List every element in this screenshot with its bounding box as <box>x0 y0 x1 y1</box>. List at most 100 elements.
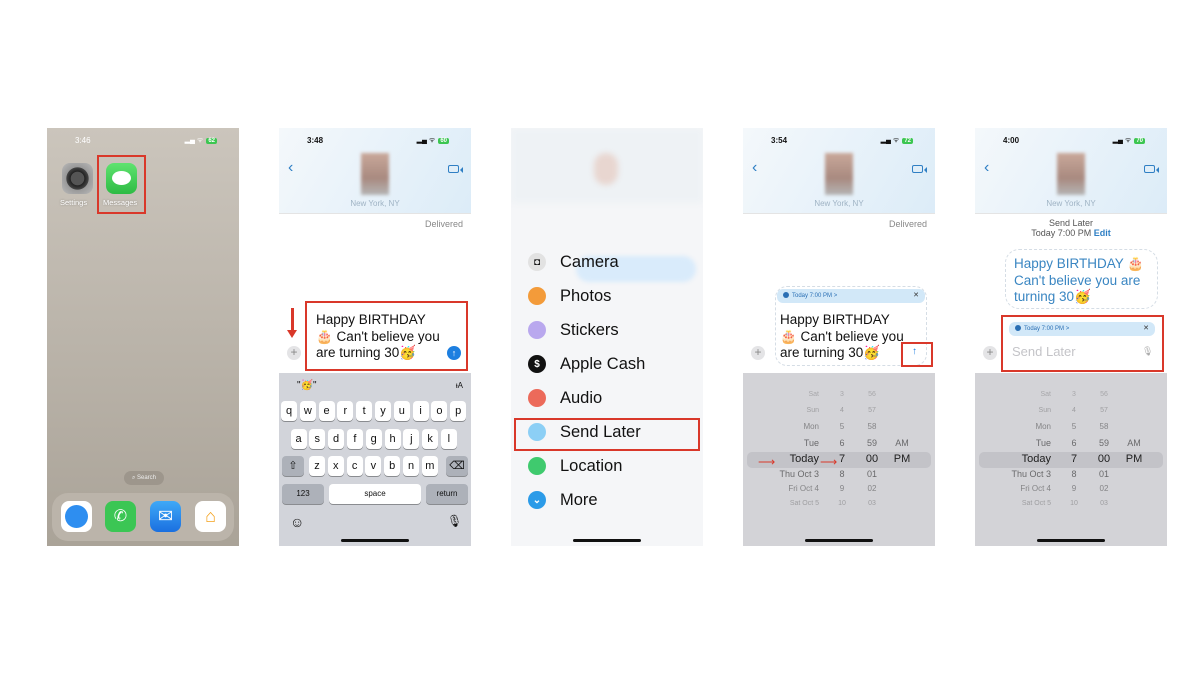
picker-minute[interactable]: 59 <box>1091 438 1117 448</box>
message-input[interactable]: Happy BIRTHDAY 🎂 Can't believe you are t… <box>780 312 910 362</box>
picker-day[interactable]: Sat <box>749 391 819 398</box>
menu-item-more[interactable]: ⌄ More <box>528 488 598 512</box>
key-a[interactable]: a <box>290 429 307 449</box>
picker-minute[interactable]: 56 <box>859 391 885 398</box>
picker-day[interactable]: Sun <box>981 407 1051 414</box>
back-chevron-icon[interactable]: ‹ <box>288 159 293 177</box>
key-k[interactable]: k <box>422 429 439 449</box>
picker-day[interactable]: Sat <box>981 391 1051 398</box>
picker-minute[interactable]: 01 <box>1091 469 1117 479</box>
picker-hour[interactable]: 8 <box>831 469 853 479</box>
picker-minute[interactable]: 57 <box>1091 407 1117 414</box>
settings-app-icon[interactable] <box>62 163 93 194</box>
send-button[interactable]: ↑ <box>447 346 461 360</box>
video-call-icon[interactable] <box>1144 165 1159 173</box>
picker-minute[interactable]: 59 <box>859 438 885 448</box>
phone-icon[interactable]: ✆ <box>105 501 136 532</box>
menu-item-photos[interactable]: Photos <box>528 284 611 308</box>
picker-ampm[interactable]: AM <box>1121 438 1147 448</box>
plus-button[interactable]: + <box>751 346 765 360</box>
picker-hour[interactable]: 6 <box>1063 438 1085 448</box>
video-call-icon[interactable] <box>912 165 927 173</box>
picker-day[interactable]: Mon <box>749 422 819 431</box>
key-v[interactable]: v <box>365 456 382 476</box>
picker-ampm[interactable]: AM <box>889 438 915 448</box>
picker-hour[interactable]: 4 <box>1063 407 1085 414</box>
mail-icon[interactable]: ✉ <box>150 501 181 532</box>
key-s[interactable]: s <box>309 429 326 449</box>
picker-day[interactable]: Sat Oct 5 <box>749 500 819 507</box>
video-call-icon[interactable] <box>448 165 463 173</box>
key-l[interactable]: l <box>440 429 457 449</box>
picker-hour[interactable]: 5 <box>831 422 853 431</box>
key-i[interactable]: i <box>412 401 429 421</box>
search-pill[interactable]: ⌕ Search <box>124 471 164 485</box>
key-o[interactable]: o <box>431 401 448 421</box>
plus-button[interactable]: + <box>287 346 301 360</box>
picker-day[interactable]: Tue <box>749 438 819 448</box>
picker-minute[interactable]: 02 <box>859 484 885 493</box>
picker-hour[interactable]: 4 <box>831 407 853 414</box>
picker-minute[interactable]: 01 <box>859 469 885 479</box>
safari-icon[interactable] <box>61 501 92 532</box>
delete-key[interactable]: ⌫ <box>446 456 468 476</box>
picker-day[interactable]: Thu Oct 3 <box>749 469 819 479</box>
picker-day[interactable]: Today <box>981 453 1051 465</box>
key-n[interactable]: n <box>403 456 419 476</box>
key-p[interactable]: p <box>450 401 467 421</box>
picker-minute[interactable]: 03 <box>859 500 885 507</box>
picker-hour[interactable]: 7 <box>1063 453 1085 465</box>
home-app-icon[interactable]: ⌂ <box>195 501 226 532</box>
microphone-icon[interactable]: 🎙 <box>1142 346 1153 357</box>
return-key[interactable]: return <box>426 484 468 504</box>
edit-link[interactable]: Edit <box>1094 228 1111 238</box>
picker-day[interactable]: Fri Oct 4 <box>749 484 819 493</box>
numbers-key[interactable]: 123 <box>282 484 324 504</box>
plus-button[interactable]: + <box>983 346 997 360</box>
picker-minute[interactable]: 00 <box>1091 453 1117 465</box>
key-r[interactable]: r <box>337 401 354 421</box>
key-f[interactable]: f <box>346 429 363 449</box>
picker-ampm[interactable]: PM <box>889 453 915 465</box>
key-q[interactable]: q <box>281 401 297 421</box>
picker-day[interactable]: Sat Oct 5 <box>981 500 1051 507</box>
microphone-icon[interactable]: 🎙 <box>447 514 462 528</box>
key-x[interactable]: x <box>327 456 344 476</box>
picker-minute[interactable]: 57 <box>859 407 885 414</box>
space-key[interactable]: space <box>329 484 421 504</box>
emoji-suggestion[interactable]: "🥳" <box>297 380 317 391</box>
menu-item-audio[interactable]: Audio <box>528 386 602 410</box>
picker-ampm[interactable]: PM <box>1121 453 1147 465</box>
picker-day[interactable]: Mon <box>981 422 1051 431</box>
back-chevron-icon[interactable]: ‹ <box>752 159 757 177</box>
emoji-keyboard-icon[interactable]: ☺ <box>290 514 304 530</box>
picker-day[interactable]: Fri Oct 4 <box>981 484 1051 493</box>
key-t[interactable]: t <box>356 401 373 421</box>
picker-hour[interactable]: 8 <box>1063 469 1085 479</box>
key-u[interactable]: u <box>393 401 410 421</box>
picker-minute[interactable]: 56 <box>1091 391 1117 398</box>
key-m[interactable]: m <box>421 456 438 476</box>
key-c[interactable]: c <box>346 456 363 476</box>
picker-minute[interactable]: 58 <box>1091 422 1117 431</box>
picker-hour[interactable]: 10 <box>831 500 853 507</box>
picker-hour[interactable]: 5 <box>1063 422 1085 431</box>
text-format-icon[interactable]: ᵻA <box>456 381 463 390</box>
close-icon[interactable]: ✕ <box>913 289 919 303</box>
back-chevron-icon[interactable]: ‹ <box>984 159 989 177</box>
key-b[interactable]: b <box>384 456 401 476</box>
key-j[interactable]: j <box>403 429 420 449</box>
picker-day[interactable]: Sun <box>749 407 819 414</box>
key-z[interactable]: z <box>309 456 325 476</box>
menu-item-apple-cash[interactable]: $ Apple Cash <box>528 352 645 376</box>
schedule-pill[interactable]: Today 7:00 PM > ✕ <box>777 289 925 303</box>
picker-hour[interactable]: 9 <box>1063 484 1085 493</box>
message-input[interactable]: Happy BIRTHDAY 🎂 Can't believe you are t… <box>316 312 446 362</box>
picker-day[interactable]: Thu Oct 3 <box>981 469 1051 479</box>
key-w[interactable]: w <box>299 401 316 421</box>
picker-minute[interactable]: 00 <box>859 453 885 465</box>
close-icon[interactable]: ✕ <box>1143 322 1149 336</box>
picker-hour[interactable]: 10 <box>1063 500 1085 507</box>
picker-hour[interactable]: 6 <box>831 438 853 448</box>
picker-hour[interactable]: 3 <box>1063 391 1085 398</box>
